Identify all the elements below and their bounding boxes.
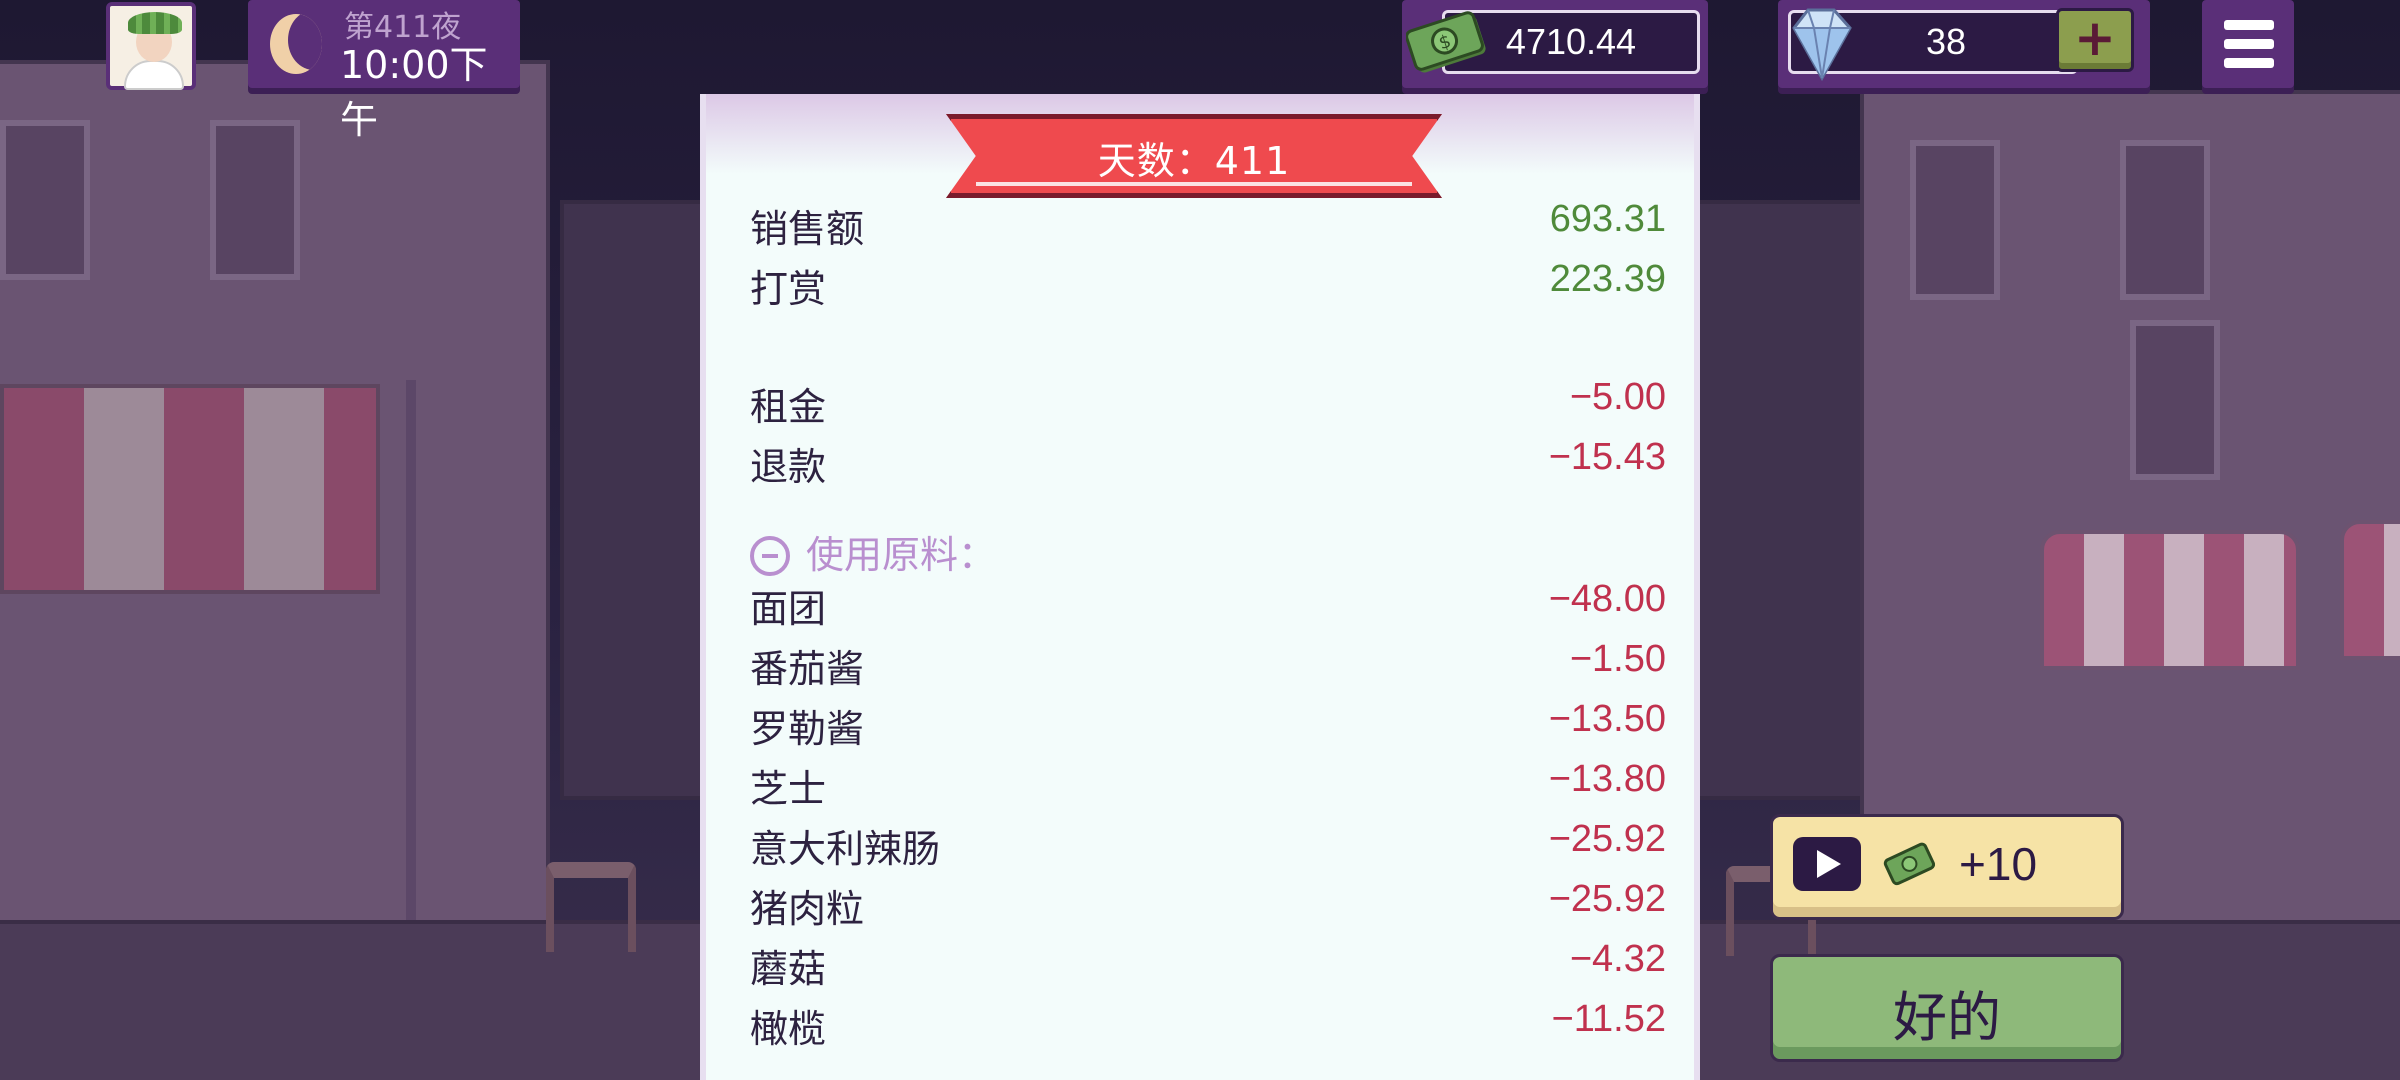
avatar-dress	[124, 60, 184, 90]
background-building-right	[1690, 200, 1870, 800]
line-item-label: 橄榄	[750, 1007, 827, 1051]
list-item: 罗勒酱 −13.50	[750, 698, 1666, 754]
menu-icon	[2224, 39, 2274, 49]
menu-icon	[2224, 20, 2274, 30]
line-item-label: 销售额	[750, 207, 865, 251]
window	[210, 120, 300, 280]
buy-gems-button[interactable]: +	[2056, 8, 2134, 72]
list-item: 租金 −5.00	[750, 376, 1666, 432]
shop-awning-right	[2040, 530, 2300, 670]
line-item-value: −11.52	[1551, 998, 1666, 1040]
list-item: 蘑菇 −4.32	[750, 938, 1666, 994]
shop-awning-left	[0, 384, 380, 594]
list-item: 芝士 −13.80	[750, 758, 1666, 814]
line-item-value: −5.00	[1569, 376, 1666, 418]
ok-button-label: 好的	[1893, 986, 2001, 1049]
menu-button[interactable]	[2202, 0, 2294, 88]
line-item-label: 租金	[750, 385, 827, 429]
ingredients-header: 使用原料：	[806, 533, 997, 577]
window	[0, 120, 90, 280]
ok-button[interactable]: 好的	[1770, 954, 2124, 1062]
line-item-label: 猪肉粒	[750, 887, 865, 931]
line-item-value: 223.39	[1549, 258, 1666, 300]
collapse-minus-icon[interactable]	[750, 536, 790, 576]
line-item-label: 蘑菇	[750, 947, 827, 991]
line-item-value: −25.92	[1548, 878, 1666, 920]
line-item-value: −25.92	[1548, 818, 1666, 860]
line-item-label: 打赏	[750, 267, 827, 311]
money-panel: 4710.44 $	[1402, 0, 1708, 88]
line-item-value: −4.32	[1569, 938, 1666, 980]
player-avatar[interactable]	[106, 2, 196, 90]
line-item-label: 退款	[750, 445, 827, 489]
list-item: 橄榄 −11.52	[750, 998, 1666, 1054]
lamp-pole	[406, 380, 416, 920]
moon-icon	[270, 14, 322, 74]
line-item-value: −15.43	[1548, 436, 1666, 478]
cash-icon	[1883, 842, 1935, 886]
list-item: 猪肉粒 −25.92	[750, 878, 1666, 934]
clock-time: 10:00下午	[340, 43, 488, 142]
window	[1910, 140, 2000, 300]
cash-icon: $	[1406, 11, 1486, 73]
day-night-panel: 第411夜 10:00下午	[248, 0, 520, 142]
list-item: 意大利辣肠 −25.92	[750, 818, 1666, 874]
day-banner-title: 天数：411	[1097, 139, 1291, 183]
list-item: 退款 −15.43	[750, 436, 1666, 492]
diamond-icon	[1792, 8, 1852, 82]
avatar-wreath	[128, 12, 182, 34]
gem-value: 38	[1925, 21, 1967, 62]
line-item-value: −13.80	[1548, 758, 1666, 800]
line-item-value: 693.31	[1549, 198, 1666, 240]
line-item-label: 芝士	[750, 767, 827, 811]
line-item-label: 番茄酱	[750, 647, 865, 691]
ad-bonus-amount: +10	[1959, 838, 2038, 890]
line-item-value: −48.00	[1548, 578, 1666, 620]
line-item-label: 意大利辣肠	[750, 827, 941, 871]
line-item-value: −1.50	[1569, 638, 1666, 680]
line-item-label: 罗勒酱	[750, 707, 865, 751]
shop-awning-right-2	[2340, 520, 2400, 660]
daily-summary-receipt[interactable]: 天数：411 销售额 693.31 打赏 223.39 租金 −5.00 退款 …	[700, 94, 1700, 1080]
list-item: 番茄酱 −1.50	[750, 638, 1666, 694]
window	[2120, 140, 2210, 300]
list-item: 打赏 223.39	[750, 258, 1666, 314]
list-item: 销售额 693.31	[750, 198, 1666, 254]
stool	[546, 862, 636, 952]
line-item-label: 面团	[750, 587, 827, 631]
watch-ad-bonus-button[interactable]: +10	[1770, 814, 2124, 920]
video-play-icon	[1793, 837, 1861, 891]
menu-icon	[2224, 58, 2274, 68]
gem-panel: 38 +	[1778, 0, 2150, 88]
list-item: 面团 −48.00	[750, 578, 1666, 634]
line-item-value: −13.50	[1548, 698, 1666, 740]
window	[2130, 320, 2220, 480]
